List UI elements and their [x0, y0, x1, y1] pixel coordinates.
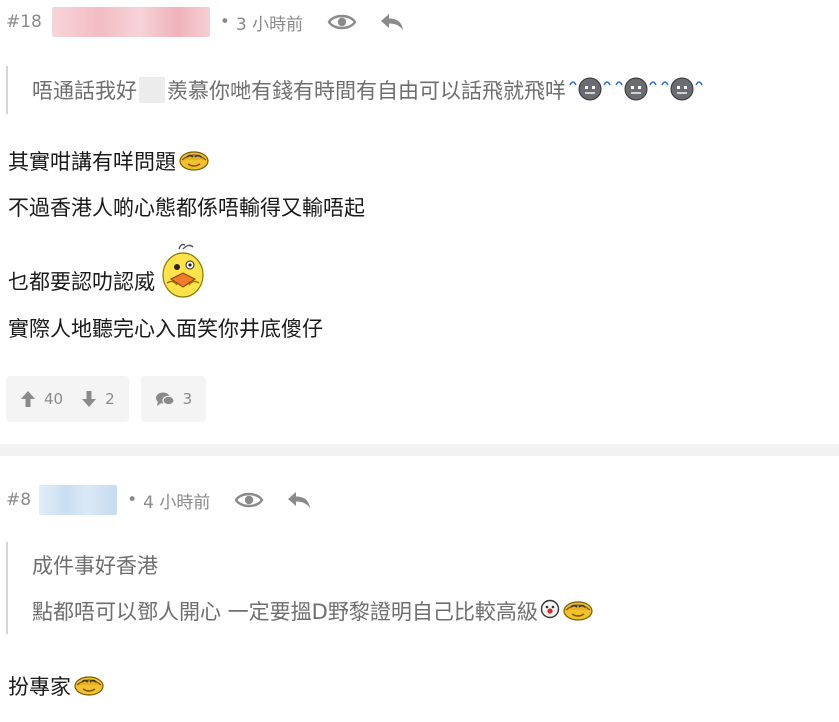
- username-blurred[interactable]: [39, 485, 118, 515]
- quote-block: 成件事好香港 點都唔可以鄧人開心 一定要搵D野黎證明自己比較高級: [6, 542, 839, 634]
- downvote-button[interactable]: 2: [81, 390, 115, 408]
- body-line: 扮專家: [0, 664, 839, 708]
- duck-face-emoji-icon: [178, 146, 210, 177]
- upvote-count: 40: [44, 390, 64, 408]
- quote-block: 唔通話我好 羨慕你哋有錢有時間有自由可以話飛就飛咩: [6, 66, 839, 114]
- floor-number: #8: [6, 490, 32, 510]
- reply-count: 3: [182, 390, 193, 408]
- vote-buttons: 40 2: [6, 376, 129, 422]
- body-line: 乜都要認叻認威: [0, 230, 839, 304]
- post-time: 3 小時前: [235, 14, 304, 35]
- angry-face-emoji-icon: [568, 73, 704, 108]
- post-header: #18 • 3 小時前: [0, 0, 839, 44]
- post-separator: [0, 444, 839, 456]
- body-text: 其實咁講有咩問題: [8, 150, 176, 174]
- body-line: 不過香港人啲心態都係唔輸得又輸唔起: [0, 184, 839, 230]
- eye-icon[interactable]: [327, 11, 357, 33]
- body-text: 不過香港人啲心態都係唔輸得又輸唔起: [8, 196, 365, 220]
- separator-dot: •: [127, 490, 138, 510]
- duck-face-emoji-icon: [73, 671, 105, 702]
- separator-dot: •: [219, 12, 230, 32]
- vote-bar: 40 2 3: [0, 376, 839, 422]
- post-time: 4 小時前: [143, 492, 211, 513]
- redacted-character: [139, 77, 165, 103]
- reply-icon[interactable]: [286, 489, 312, 511]
- duck-face-emoji-icon: [562, 596, 594, 627]
- floor-number: #18: [6, 12, 42, 32]
- quote-text: 成件事好香港: [32, 554, 158, 578]
- eye-icon[interactable]: [234, 489, 264, 511]
- body-text: 扮專家: [8, 675, 71, 699]
- downvote-count: 2: [105, 390, 115, 408]
- quote-line: 成件事好香港: [32, 542, 839, 588]
- quote-line: 唔通話我好 羨慕你哋有錢有時間有自由可以話飛就飛咩: [32, 66, 839, 114]
- arrow-down-icon: [82, 391, 97, 407]
- comment-bubbles-icon: [155, 392, 175, 406]
- chick-face-emoji-icon: [157, 243, 209, 304]
- body-text: 實際人地聽完心入面笑你井底傻仔: [8, 317, 323, 341]
- body-text: 乜都要認叻認威: [8, 270, 155, 294]
- quote-line: 點都唔可以鄧人開心 一定要搵D野黎證明自己比較高級: [32, 588, 839, 634]
- quote-text-part2: 羨慕你哋有錢有時間有自由可以話飛就飛咩: [167, 79, 566, 103]
- quote-text: 點都唔可以鄧人開心 一定要搵D野黎證明自己比較高級: [32, 600, 538, 624]
- body-line: 其實咁講有咩問題: [0, 138, 839, 184]
- post-18: #18 • 3 小時前 唔通話我好 羨慕你哋有錢有時間有自由可以話飛就飛咩 其實…: [0, 0, 839, 422]
- upvote-button[interactable]: 40: [20, 390, 63, 408]
- post-header: #8 • 4 小時前: [0, 478, 839, 522]
- red-nose-face-emoji-icon: [540, 599, 560, 624]
- body-line: 實際人地聽完心入面笑你井底傻仔: [0, 308, 839, 348]
- post-8: #8 • 4 小時前 成件事好香港 點都唔可以鄧人開心 一定要搵D野黎證明自己比…: [0, 478, 839, 708]
- arrow-up-icon: [21, 391, 35, 407]
- reply-icon[interactable]: [379, 11, 405, 33]
- replies-button[interactable]: 3: [140, 376, 207, 422]
- username-blurred[interactable]: [51, 7, 210, 37]
- quote-text-part1: 唔通話我好: [32, 79, 137, 103]
